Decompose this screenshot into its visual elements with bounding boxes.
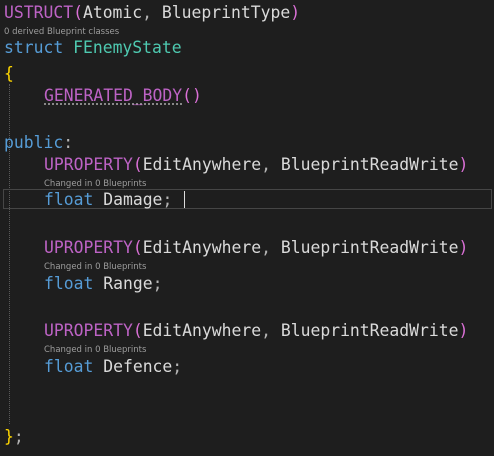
keyword-public: public xyxy=(4,133,64,152)
macro-uproperty[interactable]: UPROPERTY xyxy=(44,155,133,174)
field-damage[interactable]: Damage xyxy=(103,190,162,209)
text-caret xyxy=(184,191,185,208)
macro-uproperty[interactable]: UPROPERTY xyxy=(44,238,133,257)
code-editor[interactable]: USTRUCT(Atomic, BlueprintType) 0 derived… xyxy=(0,0,494,456)
keyword-float: float xyxy=(44,190,94,209)
codelens-range-blueprints[interactable]: Changed in 0 Blueprints xyxy=(4,262,146,273)
code-line-public[interactable]: public: xyxy=(4,133,73,153)
macro-generated-body[interactable]: GENERATED_BODY xyxy=(44,86,182,105)
keyword-float: float xyxy=(44,274,94,293)
code-line-damage[interactable]: float Damage; xyxy=(4,190,172,210)
struct-name[interactable]: FEnemyState xyxy=(73,38,182,57)
code-line-range[interactable]: float Range; xyxy=(4,274,162,294)
code-line-uproperty-defence[interactable]: UPROPERTY(EditAnywhere, BlueprintReadWri… xyxy=(4,321,468,341)
codelens-derived-classes[interactable]: 0 derived Blueprint classes xyxy=(4,27,119,38)
field-range[interactable]: Range xyxy=(103,274,152,293)
codelens-damage-blueprints[interactable]: Changed in 0 Blueprints xyxy=(4,179,146,190)
code-line-ustruct[interactable]: USTRUCT(Atomic, BlueprintType) xyxy=(4,3,300,23)
code-line-generated-body[interactable]: GENERATED_BODY() xyxy=(4,86,202,106)
code-line-defence[interactable]: float Defence; xyxy=(4,357,182,377)
keyword-struct: struct xyxy=(4,38,64,57)
code-line-open-brace[interactable]: { xyxy=(4,64,14,84)
code-line-uproperty-range[interactable]: UPROPERTY(EditAnywhere, BlueprintReadWri… xyxy=(4,238,468,258)
code-line-struct[interactable]: struct FEnemyState xyxy=(4,38,182,58)
code-line-uproperty-damage[interactable]: UPROPERTY(EditAnywhere, BlueprintReadWri… xyxy=(4,155,468,175)
macro-uproperty[interactable]: UPROPERTY xyxy=(44,321,133,340)
keyword-float: float xyxy=(44,357,94,376)
code-line-close-brace[interactable]: }; xyxy=(4,427,24,447)
macro-ustruct[interactable]: USTRUCT xyxy=(4,3,73,22)
codelens-defence-blueprints[interactable]: Changed in 0 Blueprints xyxy=(4,345,146,356)
field-defence[interactable]: Defence xyxy=(103,357,172,376)
